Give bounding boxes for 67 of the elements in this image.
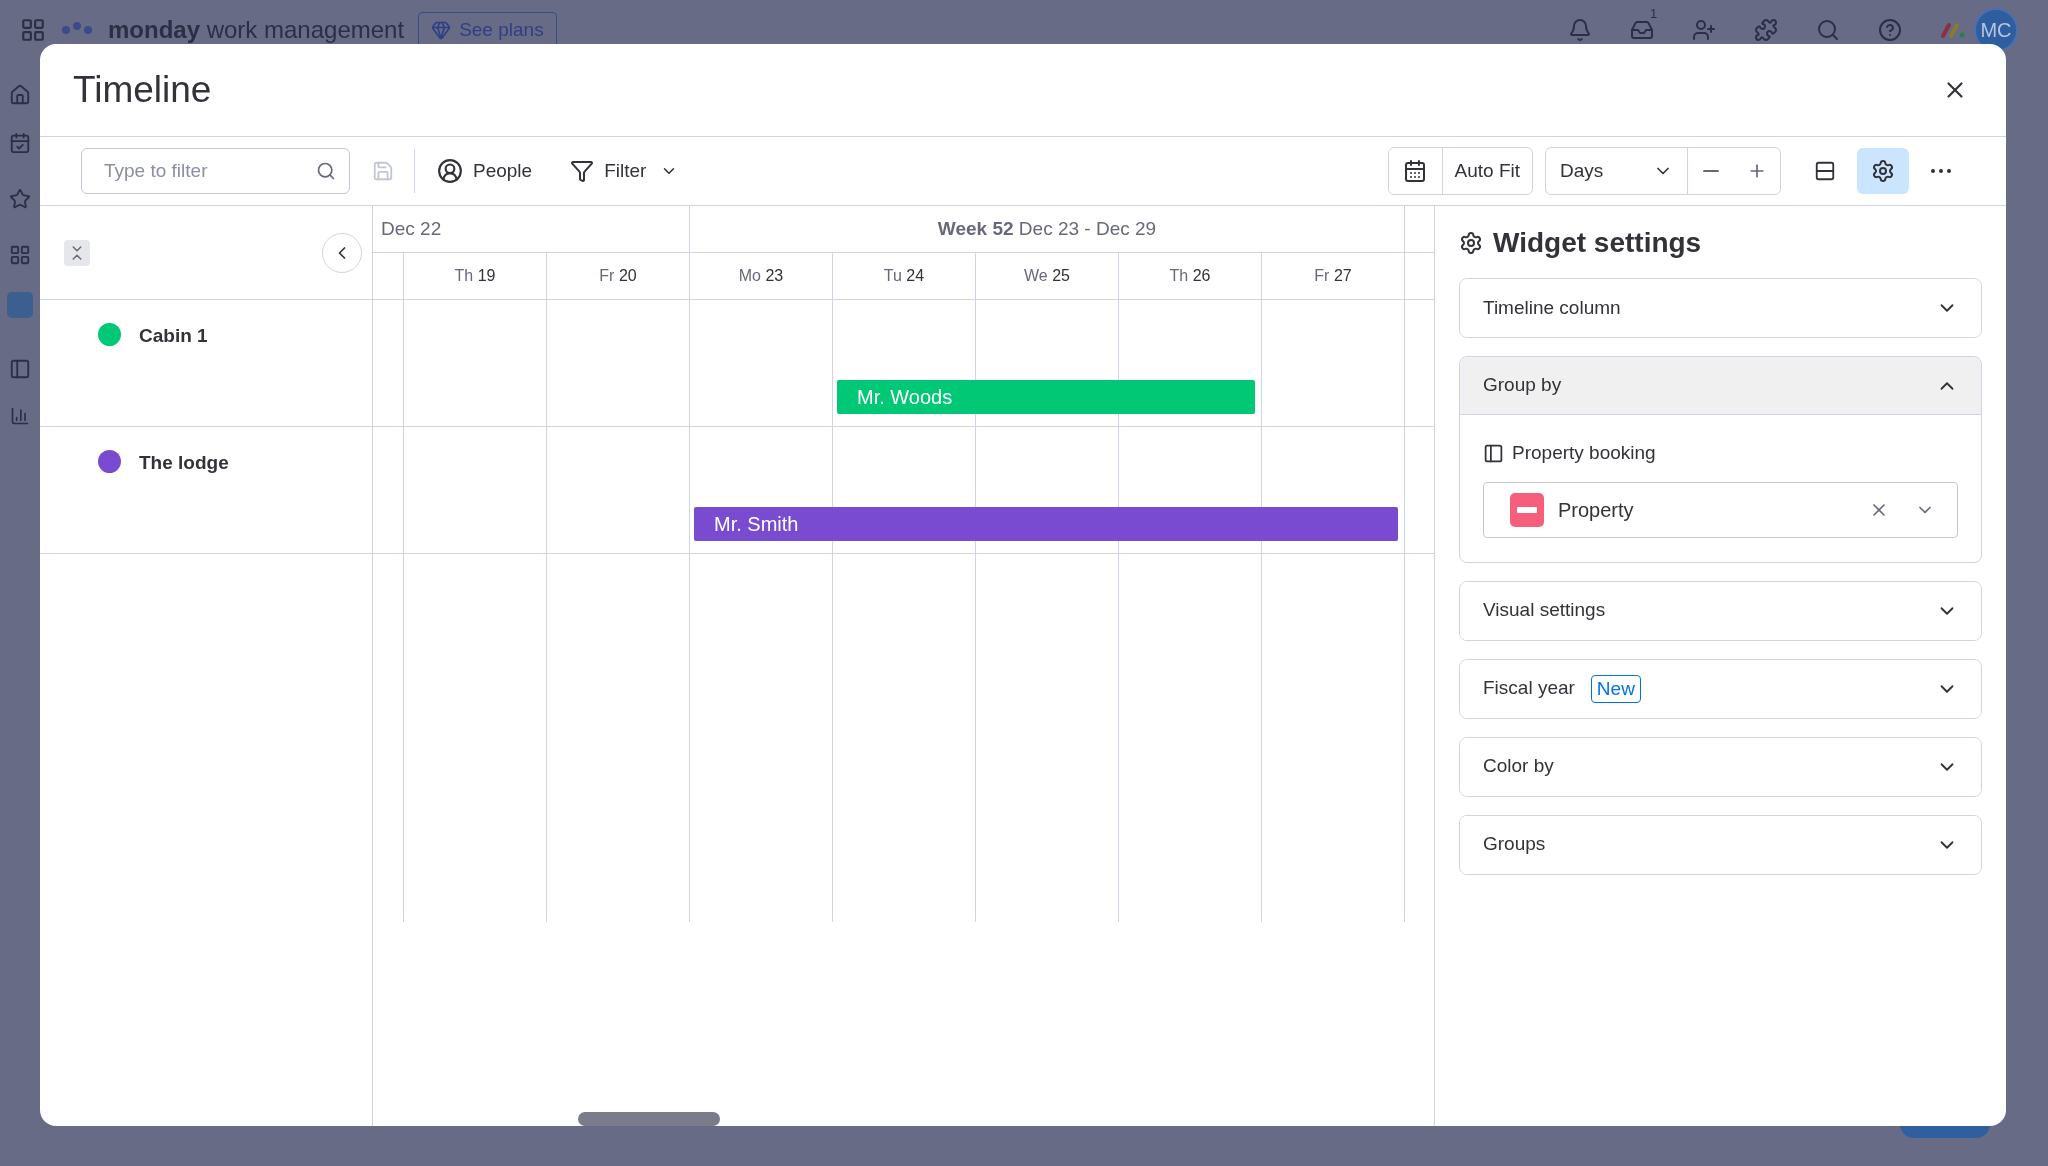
collapse-all-button[interactable] <box>64 239 90 266</box>
people-button[interactable]: People <box>437 156 533 186</box>
notifications-icon[interactable] <box>1568 18 1592 42</box>
section-label: Color by <box>1483 754 1554 779</box>
booking-bar[interactable]: Mr. Smith <box>694 507 1398 541</box>
split-layout-icon <box>1814 160 1836 182</box>
calendar-icon <box>1403 159 1427 183</box>
day-label: We 25 <box>1024 266 1070 286</box>
colorful-mark-icon <box>1940 21 1966 39</box>
day-label: Fr 20 <box>599 266 637 286</box>
section-header[interactable]: Visual settings <box>1460 581 1981 640</box>
section-label: Group by <box>1483 373 1562 398</box>
search-icon <box>316 161 336 181</box>
column-select[interactable]: Property <box>1483 481 1958 538</box>
week-label: Dec 22 <box>381 216 442 241</box>
section-header[interactable]: Color by <box>1460 737 1981 796</box>
invite-icon[interactable] <box>1692 18 1716 42</box>
section-header[interactable]: Fiscal year New <box>1460 659 1981 718</box>
search-field[interactable]: Type to filter <box>81 148 350 194</box>
section-header[interactable]: Group by <box>1460 357 1981 415</box>
section-label: Timeline column <box>1483 295 1621 320</box>
section-label: Fiscal year <box>1483 676 1575 701</box>
panel-title: Widget settings <box>1493 226 1702 260</box>
settings-icon <box>1459 231 1483 255</box>
new-badge: New <box>1590 674 1641 703</box>
board-icon <box>1483 442 1504 464</box>
search-icon[interactable] <box>1816 18 1840 42</box>
user-avatar[interactable]: MC <box>1974 8 2018 52</box>
diamond-icon <box>431 20 452 40</box>
day-label: Th 26 <box>1169 266 1211 286</box>
column-name: Property <box>1558 497 1635 523</box>
horizontal-scrollbar[interactable] <box>578 1112 720 1126</box>
day-label: Fr 27 <box>1314 266 1352 286</box>
board-name: Property booking <box>1512 441 1656 465</box>
home-icon[interactable] <box>9 84 31 106</box>
brand-name: monday work management <box>108 15 405 45</box>
workspace-tile[interactable] <box>7 292 33 318</box>
filter-button[interactable]: Filter <box>570 156 647 186</box>
star-icon[interactable] <box>9 188 31 210</box>
apps-grid-icon[interactable] <box>20 17 46 43</box>
minus-icon <box>1703 170 1719 172</box>
status-column-icon <box>1510 492 1544 527</box>
group-name: The lodge <box>139 451 229 475</box>
group-name: Cabin 1 <box>139 324 208 348</box>
section-label: Visual settings <box>1483 598 1606 623</box>
chart-icon[interactable] <box>10 406 30 426</box>
dialog-title: Timeline <box>73 68 212 113</box>
section-header[interactable]: Groups <box>1460 815 1981 874</box>
calendar-check-icon[interactable] <box>9 132 31 154</box>
inbox-count: 1 <box>1650 5 1658 23</box>
help-icon[interactable] <box>1878 18 1902 42</box>
settings-icon <box>1871 159 1895 183</box>
section-label: Groups <box>1483 832 1546 857</box>
save-icon[interactable] <box>372 160 394 182</box>
filter-icon <box>570 159 595 183</box>
more-icon <box>1931 169 1951 173</box>
person-icon <box>437 158 463 184</box>
day-label: Mo 23 <box>738 266 784 286</box>
week-label: Week 52 Dec 23 - Dec 29 <box>937 216 1157 241</box>
day-label: Th 19 <box>454 266 496 286</box>
puzzle-icon[interactable] <box>1754 18 1778 42</box>
board-icon[interactable] <box>9 358 31 380</box>
inbox-icon[interactable] <box>1630 18 1654 42</box>
grid-icon[interactable] <box>9 244 31 266</box>
settings-button[interactable] <box>1857 148 1909 194</box>
day-label: Tu 24 <box>883 266 925 286</box>
section-header[interactable]: Timeline column <box>1460 279 1981 337</box>
